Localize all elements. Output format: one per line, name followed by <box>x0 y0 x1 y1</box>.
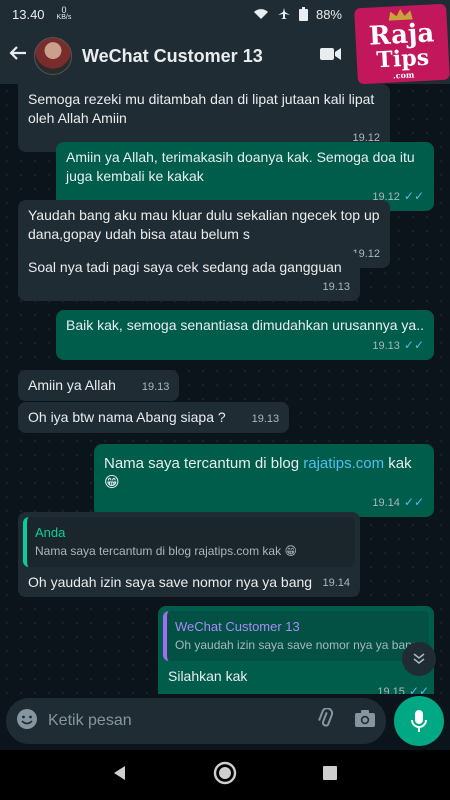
network-speed: 0 KB/s <box>57 6 72 22</box>
message-time: 19.13 <box>322 281 350 293</box>
wifi-icon <box>253 9 268 19</box>
message-outgoing[interactable]: Baik kak, semoga senantiasa dimudahkan u… <box>56 310 434 360</box>
rajatips-logo: Raja Tips .com <box>354 3 450 85</box>
nav-home-icon[interactable] <box>213 761 237 790</box>
logo-line-3: .com <box>392 68 415 81</box>
double-check-icon: ✓✓ <box>403 495 424 509</box>
emoji-icon[interactable] <box>16 708 38 735</box>
message-time: 19.13 <box>251 413 280 425</box>
message-time: 19.13 <box>372 340 400 352</box>
message-text: Oh yaudah izin saya save nomor nya ya ba… <box>28 574 313 590</box>
message-outgoing[interactable]: Nama saya tercantum di blog rajatips.com… <box>94 444 434 517</box>
message-text: Baik kak, semoga senantiasa dimudahkan u… <box>66 317 424 333</box>
message-incoming-reply[interactable]: Anda Nama saya tercantum di blog rajatip… <box>18 512 360 597</box>
video-call-icon[interactable] <box>320 46 342 67</box>
quoted-message[interactable]: WeChat Customer 13 Oh yaudah izin saya s… <box>163 611 429 661</box>
message-outgoing-reply[interactable]: WeChat Customer 13 Oh yaudah izin saya s… <box>158 606 434 694</box>
blog-link[interactable]: rajatips.com <box>303 455 384 472</box>
quote-text: Oh yaudah izin saya save nomor nya ya ba… <box>175 638 419 652</box>
message-text: Semoga rezeki mu ditambah dan di lipat j… <box>28 91 375 126</box>
microphone-icon[interactable] <box>394 696 444 746</box>
message-status: 19.14 ✓✓ <box>104 493 424 513</box>
message-incoming[interactable]: Soal nya tadi pagi saya cek sedang ada g… <box>18 252 360 301</box>
message-incoming[interactable]: Oh iya btw nama Abang siapa ? 19.13 <box>18 402 290 433</box>
quote-text: Nama saya tercantum di blog rajatips.com… <box>35 544 297 558</box>
quote-author: Anda <box>35 525 66 540</box>
status-time: 13.40 <box>12 6 45 22</box>
double-check-icon: ✓✓ <box>408 684 429 694</box>
paperclip-icon[interactable] <box>316 706 336 735</box>
message-text: Soal nya tadi pagi saya cek sedang ada g… <box>28 259 342 275</box>
battery-level: 88% <box>315 6 342 22</box>
message-incoming[interactable]: Amiin ya Allah 19.13 <box>18 370 180 401</box>
network-speed-value: 0 <box>61 5 67 15</box>
chat-area[interactable]: Semoga rezeki mu ditambah dan di lipat j… <box>0 84 450 694</box>
chevron-double-down-icon[interactable] <box>402 642 436 676</box>
message-status: 19.13 ✓✓ <box>66 336 424 356</box>
airplane-icon <box>277 8 290 19</box>
double-check-icon: ✓✓ <box>403 189 424 203</box>
system-nav-bar <box>0 750 450 800</box>
avatar[interactable] <box>34 37 72 75</box>
nav-recents-icon[interactable] <box>322 765 338 786</box>
composer <box>0 694 450 750</box>
message-text: Oh iya btw nama Abang siapa ? <box>28 409 226 425</box>
nav-back-icon[interactable] <box>112 765 128 786</box>
message-text: Amiin ya Allah, terimakasih doanya kak. … <box>66 149 415 184</box>
logo-line-2: Tips <box>375 44 430 73</box>
message-input-bar <box>6 698 386 744</box>
contact-name[interactable]: WeChat Customer 13 <box>82 46 263 67</box>
message-text: Nama saya tercantum di blog <box>104 455 304 472</box>
quote-author: WeChat Customer 13 <box>175 619 300 634</box>
message-time: 19.15 <box>377 686 405 694</box>
message-time: 19.14 <box>372 497 400 509</box>
message-input[interactable] <box>48 712 316 730</box>
arrow-left-icon[interactable] <box>8 43 32 69</box>
message-text: Amiin ya Allah <box>28 377 116 393</box>
battery-icon <box>298 7 308 21</box>
camera-icon[interactable] <box>354 709 376 733</box>
double-check-icon: ✓✓ <box>403 338 424 352</box>
quoted-message[interactable]: Anda Nama saya tercantum di blog rajatip… <box>23 517 355 567</box>
network-speed-unit: KB/s <box>56 14 72 21</box>
message-time: 19.13 <box>141 381 170 393</box>
message-text: Yaudah bang aku mau kluar dulu sekalian … <box>28 207 380 242</box>
